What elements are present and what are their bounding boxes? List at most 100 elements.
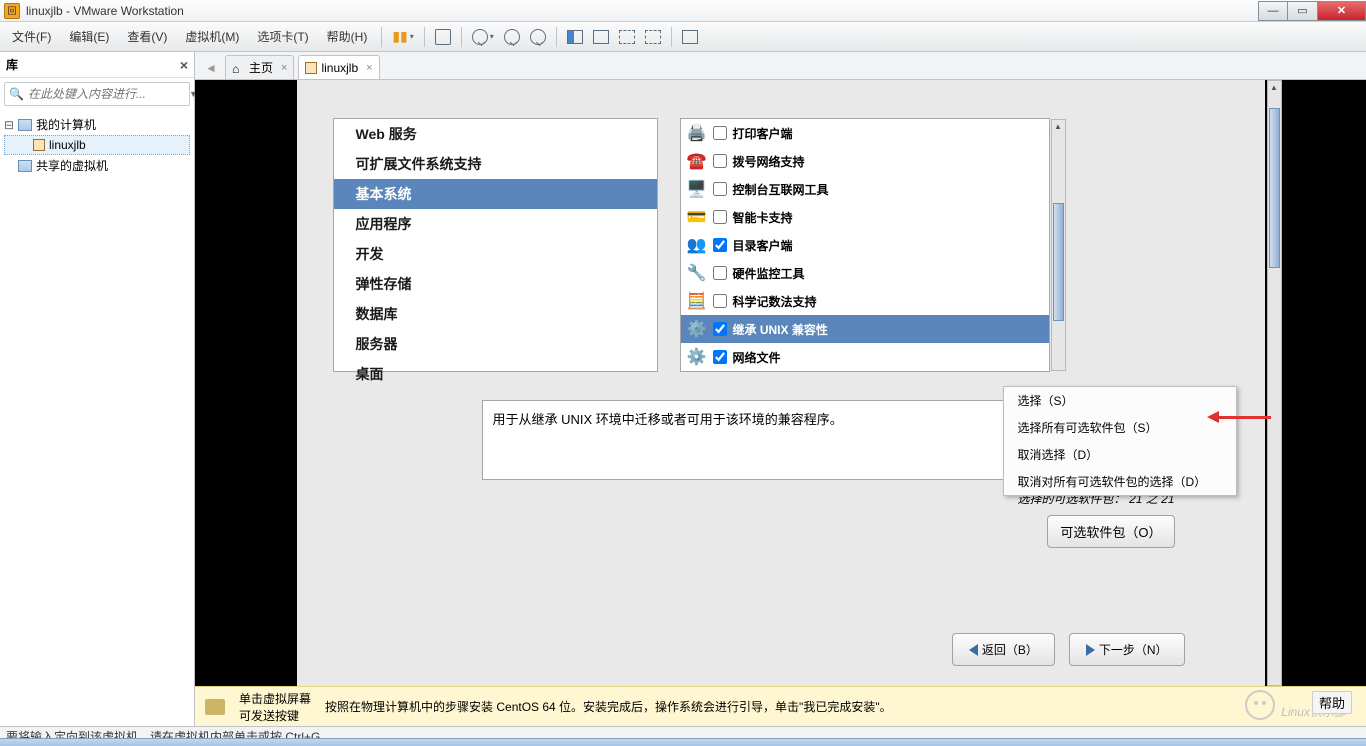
tree-label: linuxjlb bbox=[49, 138, 86, 152]
wizard-nav: 返回（B） 下一步（N） bbox=[952, 633, 1185, 666]
menu-vm[interactable]: 虚拟机(M) bbox=[177, 24, 247, 49]
package-checkbox[interactable] bbox=[713, 322, 727, 336]
category-item[interactable]: 数据库 bbox=[334, 299, 657, 329]
package-checkbox[interactable] bbox=[713, 182, 727, 196]
package-item[interactable]: 🖨️打印客户端 bbox=[681, 119, 1049, 147]
ctx-deselect-all-optional[interactable]: 取消对所有可选软件包的选择（D） bbox=[1004, 468, 1236, 495]
sidebar-search[interactable]: 🔍 ▼ bbox=[4, 82, 190, 106]
package-item[interactable]: 🖥️控制台互联网工具 bbox=[681, 175, 1049, 203]
package-checkbox[interactable] bbox=[713, 266, 727, 280]
menubar: 文件(F) 编辑(E) 查看(V) 虚拟机(M) 选项卡(T) 帮助(H) ▮▮ bbox=[0, 22, 1366, 52]
window-controls: — ▭ ✕ bbox=[1258, 1, 1366, 21]
view-unity-button[interactable] bbox=[678, 25, 702, 49]
back-button[interactable]: 返回（B） bbox=[952, 633, 1055, 666]
scroll-thumb[interactable] bbox=[1269, 108, 1280, 268]
category-list[interactable]: Web 服务可扩展文件系统支持基本系统应用程序开发弹性存储数据库服务器桌面 ▲ bbox=[333, 118, 658, 372]
search-input[interactable] bbox=[28, 87, 185, 101]
back-label: 返回（B） bbox=[982, 641, 1038, 658]
send-key-button[interactable] bbox=[431, 25, 455, 49]
view-fullscreen-button[interactable] bbox=[641, 25, 665, 49]
tab-home[interactable]: ⌂ 主页 × bbox=[225, 55, 294, 79]
tree-my-computer[interactable]: ⊟ 我的计算机 bbox=[4, 114, 190, 135]
package-checkbox[interactable] bbox=[713, 154, 727, 168]
scrollbar[interactable]: ▲ bbox=[1267, 80, 1282, 686]
help-button[interactable]: 帮助 bbox=[1312, 691, 1352, 714]
separator bbox=[556, 27, 557, 47]
package-list[interactable]: 🖨️打印客户端☎️拨号网络支持🖥️控制台互联网工具💳智能卡支持👥目录客户端🔧硬件… bbox=[680, 118, 1050, 372]
tab-nav-back[interactable]: ◄ bbox=[201, 57, 221, 79]
menu-file[interactable]: 文件(F) bbox=[4, 24, 59, 49]
main-area: 库 × 🔍 ▼ ⊟ 我的计算机 linuxjlb 共享的虚拟机 bbox=[0, 52, 1366, 726]
maximize-button[interactable]: ▭ bbox=[1288, 1, 1318, 21]
snapshot-button[interactable] bbox=[468, 25, 498, 49]
menu-view[interactable]: 查看(V) bbox=[119, 24, 175, 49]
scroll-up-icon[interactable]: ▲ bbox=[1268, 81, 1281, 94]
pause-button[interactable]: ▮▮ bbox=[388, 25, 417, 49]
category-item[interactable]: 基本系统 bbox=[334, 179, 657, 209]
tree-vm-linuxjlb[interactable]: linuxjlb bbox=[4, 135, 190, 155]
package-item[interactable]: ☎️拨号网络支持 bbox=[681, 147, 1049, 175]
tab-linuxjlb[interactable]: linuxjlb × bbox=[298, 55, 379, 79]
next-button[interactable]: 下一步（N） bbox=[1069, 633, 1185, 666]
package-icon: 🖨️ bbox=[687, 123, 707, 143]
tab-close-icon[interactable]: × bbox=[366, 62, 372, 74]
window-title: linuxjlb - VMware Workstation bbox=[26, 4, 184, 18]
vm-console[interactable]: Web 服务可扩展文件系统支持基本系统应用程序开发弹性存储数据库服务器桌面 ▲ … bbox=[195, 80, 1366, 686]
package-label: 智能卡支持 bbox=[733, 209, 793, 226]
view-stretch-button[interactable] bbox=[615, 25, 639, 49]
category-item[interactable]: 弹性存储 bbox=[334, 269, 657, 299]
annotation-arrow bbox=[1217, 416, 1271, 419]
content: ◄ ⌂ 主页 × linuxjlb × Web 服务可扩展文件系统支持基本系统应… bbox=[195, 52, 1366, 726]
category-item[interactable]: 服务器 bbox=[334, 329, 657, 359]
arrow-left-icon bbox=[969, 644, 978, 656]
package-checkbox[interactable] bbox=[713, 294, 727, 308]
package-label: 科学记数法支持 bbox=[733, 293, 817, 310]
menu-edit[interactable]: 编辑(E) bbox=[61, 24, 117, 49]
package-item[interactable]: 💳智能卡支持 bbox=[681, 203, 1049, 231]
category-item[interactable]: 开发 bbox=[334, 239, 657, 269]
view-sidebar-button[interactable] bbox=[563, 25, 587, 49]
vm-icon bbox=[305, 62, 317, 74]
category-item[interactable]: 桌面 bbox=[334, 359, 657, 389]
package-label: 继承 UNIX 兼容性 bbox=[733, 321, 828, 338]
package-item[interactable]: 🧮科学记数法支持 bbox=[681, 287, 1049, 315]
library-tree: ⊟ 我的计算机 linuxjlb 共享的虚拟机 bbox=[0, 110, 194, 180]
package-item[interactable]: ⚙️网络文件 bbox=[681, 343, 1049, 371]
tree-shared-vms[interactable]: 共享的虚拟机 bbox=[4, 155, 190, 176]
package-checkbox[interactable] bbox=[713, 238, 727, 252]
tab-close-icon[interactable]: × bbox=[281, 62, 287, 74]
menu-tabs[interactable]: 选项卡(T) bbox=[249, 24, 316, 49]
collapse-icon[interactable]: ⊟ bbox=[4, 118, 14, 132]
info-bar: 单击虚拟屏幕 可发送按键 按照在物理计算机中的步骤安装 CentOS 64 位。… bbox=[195, 686, 1366, 726]
package-item[interactable]: 👥目录客户端 bbox=[681, 231, 1049, 259]
sidebar-close-icon[interactable]: × bbox=[180, 57, 188, 73]
ctx-select[interactable]: 选择（S） bbox=[1004, 387, 1236, 414]
package-icon: 👥 bbox=[687, 235, 707, 255]
windows-taskbar[interactable] bbox=[0, 738, 1366, 746]
ctx-deselect[interactable]: 取消选择（D） bbox=[1004, 441, 1236, 468]
package-checkbox[interactable] bbox=[713, 210, 727, 224]
close-button[interactable]: ✕ bbox=[1318, 1, 1366, 21]
package-checkbox[interactable] bbox=[713, 350, 727, 364]
scrollbar[interactable]: ▲ bbox=[1051, 119, 1066, 371]
scroll-up-icon[interactable]: ▲ bbox=[1052, 120, 1065, 133]
category-item[interactable]: 可扩展文件系统支持 bbox=[334, 149, 657, 179]
view-thumb-button[interactable] bbox=[589, 25, 613, 49]
menu-help[interactable]: 帮助(H) bbox=[319, 24, 376, 49]
package-checkbox[interactable] bbox=[713, 126, 727, 140]
package-item[interactable]: ⚙️继承 UNIX 兼容性 bbox=[681, 315, 1049, 343]
category-item[interactable]: 应用程序 bbox=[334, 209, 657, 239]
next-label: 下一步（N） bbox=[1099, 641, 1168, 658]
optional-packages-button[interactable]: 可选软件包（O） bbox=[1047, 515, 1174, 548]
package-label: 网络文件 bbox=[733, 349, 781, 366]
scroll-thumb[interactable] bbox=[1053, 203, 1064, 321]
context-menu: 选择（S） 选择所有可选软件包（S） 取消选择（D） 取消对所有可选软件包的选择… bbox=[1003, 386, 1237, 496]
revert-snapshot-button[interactable] bbox=[500, 25, 524, 49]
separator bbox=[424, 27, 425, 47]
package-item[interactable]: 🔧硬件监控工具 bbox=[681, 259, 1049, 287]
ctx-select-all-optional[interactable]: 选择所有可选软件包（S） bbox=[1004, 414, 1236, 441]
category-item[interactable]: Web 服务 bbox=[334, 119, 657, 149]
snapshot-manager-button[interactable] bbox=[526, 25, 550, 49]
wechat-icon bbox=[1245, 690, 1275, 720]
minimize-button[interactable]: — bbox=[1258, 1, 1288, 21]
